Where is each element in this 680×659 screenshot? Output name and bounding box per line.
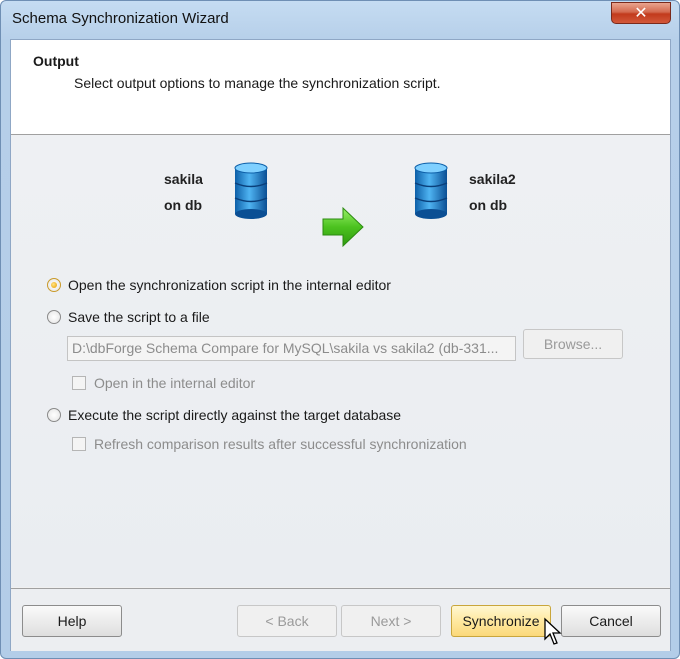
radio-save-to-file[interactable] xyxy=(47,310,61,324)
checkbox-refresh-results[interactable] xyxy=(72,437,86,451)
next-button[interactable]: Next > xyxy=(341,605,441,637)
help-button[interactable]: Help xyxy=(22,605,122,637)
checkbox-open-in-editor[interactable] xyxy=(72,376,86,390)
file-path-input[interactable]: D:\dbForge Schema Compare for MySQL\saki… xyxy=(67,336,516,361)
database-icon xyxy=(234,162,268,219)
wizard-window: Schema Synchronization Wizard ✕ Output S… xyxy=(0,0,680,659)
option-open-in-editor-label: Open in the internal editor xyxy=(94,375,256,391)
option-open-internal-editor-label: Open the synchronization script in the i… xyxy=(68,277,391,293)
option-save-to-file[interactable]: Save the script to a file xyxy=(47,309,210,325)
option-refresh-results[interactable]: Refresh comparison results after success… xyxy=(72,436,467,452)
wizard-client-area: Output Select output options to manage t… xyxy=(10,39,671,651)
radio-open-internal-editor[interactable] xyxy=(47,278,61,292)
synchronize-button[interactable]: Synchronize xyxy=(451,605,551,637)
source-db-name: sakila xyxy=(164,171,203,187)
close-button[interactable]: ✕ xyxy=(611,2,671,24)
target-db-label: sakila2 on db xyxy=(469,166,516,218)
page-subtitle: Select output options to manage the sync… xyxy=(74,75,441,91)
source-db-server: on db xyxy=(164,197,203,213)
browse-button[interactable]: Browse... xyxy=(523,329,623,359)
back-button[interactable]: < Back xyxy=(237,605,337,637)
page-header: Output Select output options to manage t… xyxy=(11,40,670,135)
option-refresh-results-label: Refresh comparison results after success… xyxy=(94,436,467,452)
target-db-name: sakila2 xyxy=(469,171,516,187)
page-title: Output xyxy=(33,53,79,69)
option-execute-directly[interactable]: Execute the script directly against the … xyxy=(47,407,401,423)
cancel-button[interactable]: Cancel xyxy=(561,605,661,637)
option-open-in-editor[interactable]: Open in the internal editor xyxy=(72,375,255,391)
title-bar[interactable]: Schema Synchronization Wizard ✕ xyxy=(1,1,679,39)
target-db-server: on db xyxy=(469,197,508,213)
source-db-label: sakila on db xyxy=(164,166,203,218)
option-open-internal-editor[interactable]: Open the synchronization script in the i… xyxy=(47,277,391,293)
radio-execute-directly[interactable] xyxy=(47,408,61,422)
database-icon xyxy=(414,162,448,219)
arrow-right-icon xyxy=(322,206,364,248)
option-save-to-file-label: Save the script to a file xyxy=(68,309,210,325)
close-icon: ✕ xyxy=(634,5,648,22)
mouse-cursor-icon xyxy=(544,617,562,645)
window-title: Schema Synchronization Wizard xyxy=(12,10,229,27)
output-options-panel: sakila on db sakila2 on db Open the sync… xyxy=(11,135,670,587)
option-execute-directly-label: Execute the script directly against the … xyxy=(68,407,402,423)
